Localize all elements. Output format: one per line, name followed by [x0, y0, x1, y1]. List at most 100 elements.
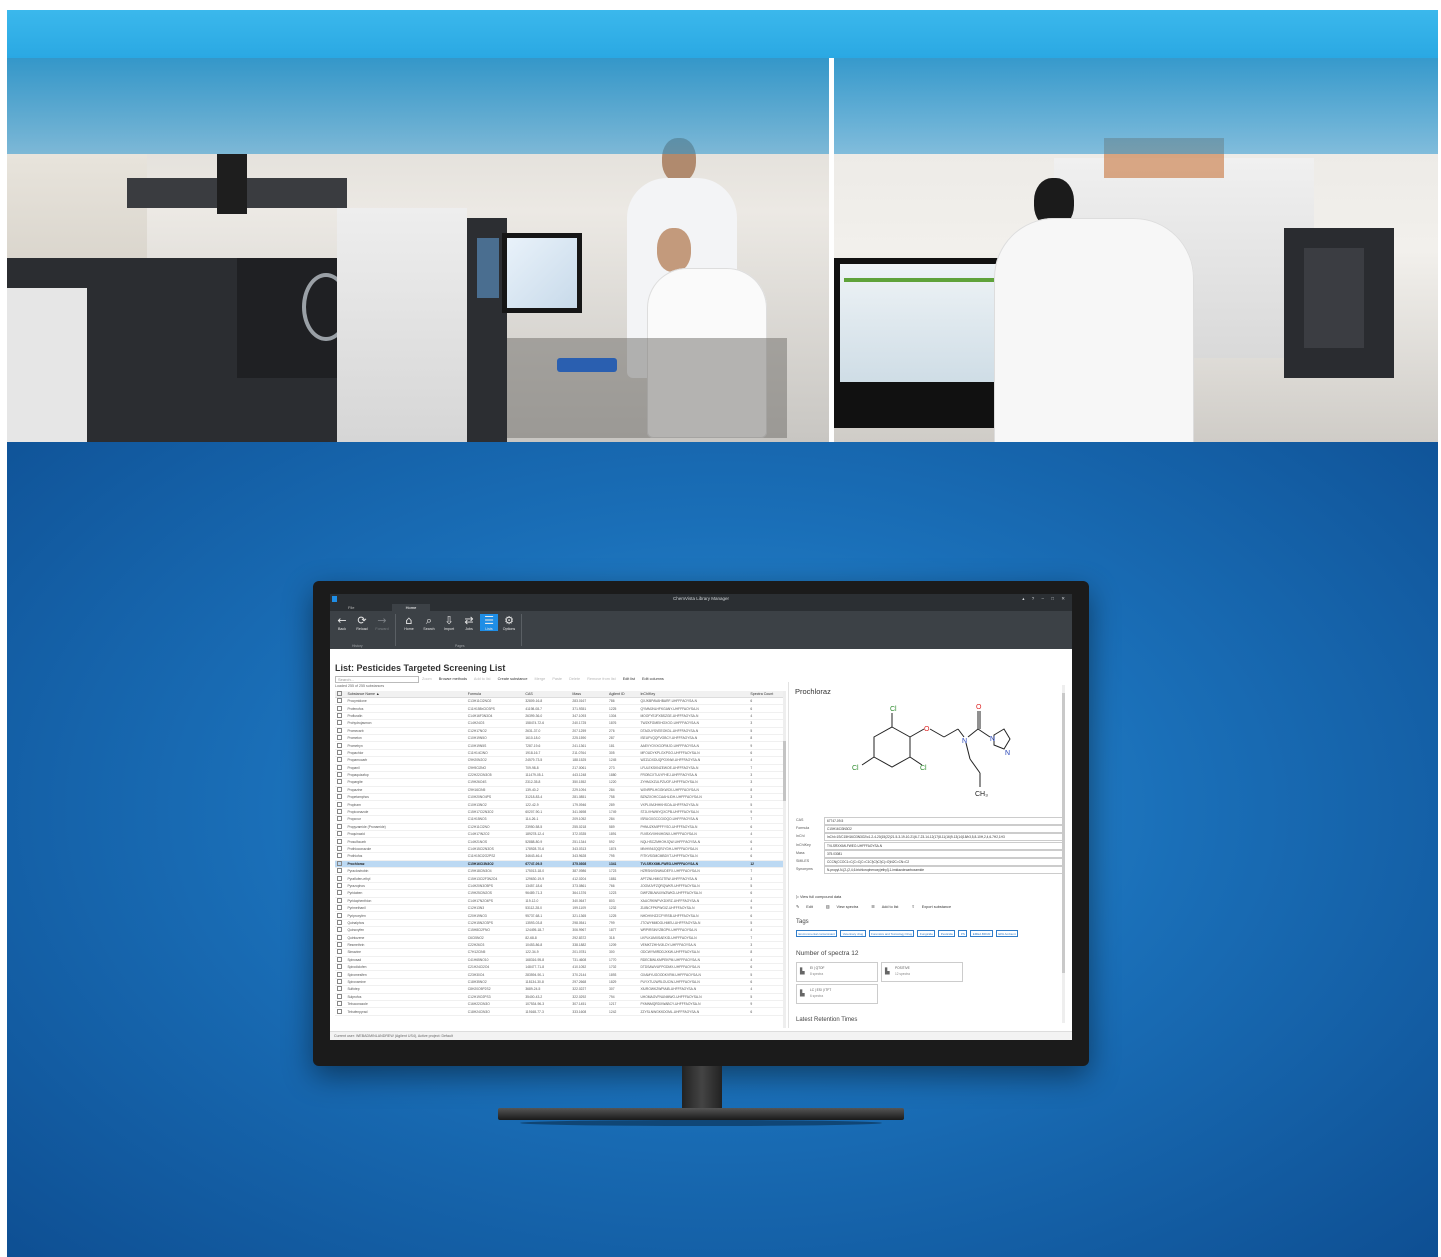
paste-button[interactable]: Paste: [552, 677, 562, 681]
row-checkbox[interactable]: [335, 963, 346, 972]
add-to-list-detail-button[interactable]: ☰ Add to list: [871, 905, 904, 909]
edit-button[interactable]: ✎ Edit: [796, 905, 819, 909]
table-row[interactable]: Resmethrin C22H26O3 10453-86-8 338.1882 1209…: [335, 941, 785, 950]
search-button[interactable]: ⌕ Search: [420, 614, 438, 631]
table-row[interactable]: Prometon C10H19N5O 1610-18-0 225.1590 287 ISE…: [335, 734, 785, 743]
view-spectra-button[interactable]: ▥ View spectra: [826, 905, 864, 909]
row-checkbox[interactable]: [335, 934, 346, 942]
row-checkbox[interactable]: [335, 712, 346, 721]
table-row[interactable]: Prometryn C10H19N5S 7287-19-6 241.1361 181 AA…: [335, 741, 785, 750]
back-button[interactable]: ← Back: [333, 614, 351, 631]
table-row[interactable]: Tebuconazole C16H22ClN3O 107534-96-3 307.14…: [335, 1000, 785, 1009]
table-row[interactable]: Spirodiclofen C21H24Cl2O4 148477-71-8 410.1…: [335, 963, 785, 972]
row-checkbox[interactable]: [335, 985, 346, 994]
table-row[interactable]: Pyridaben C19H25ClN2OS 96489-71-3 364.1376 1…: [335, 889, 785, 898]
row-checkbox[interactable]: [335, 867, 346, 876]
view-full-data-link[interactable]: ▷ View full compound data: [796, 894, 841, 899]
row-checkbox[interactable]: [335, 889, 346, 898]
tag[interactable]: PS: [958, 930, 968, 938]
table-row[interactable]: Prochloraz C15H16Cl3N3O2 67747-09-5 375.030…: [335, 860, 785, 869]
tag[interactable]: Environmental contaminant: [796, 930, 838, 938]
table-row[interactable]: Proquinazid C14H17IN2O2 189278-12-4 372.033…: [335, 830, 785, 839]
table-row[interactable]: Propham C10H13NO2 122-42-9 179.0946 289 VXPLX…: [335, 800, 785, 809]
table-row[interactable]: Prohydrojasmon C14H24O3 158474-72-6 240.172…: [335, 719, 785, 728]
inchikey-field[interactable]: TVLSRXXIMLFWEO-UHFFFAOYSA-N: [824, 841, 1064, 850]
mass-field[interactable]: 375.03081: [824, 849, 1064, 858]
spectra-card[interactable]: ▙ EI | QTOF 8 spectra: [796, 962, 878, 982]
row-checkbox[interactable]: [335, 882, 346, 891]
add-to-list-button[interactable]: Add to list: [474, 677, 491, 681]
window-controls[interactable]: ▴ ? – □ ✕: [1022, 594, 1068, 604]
tag[interactable]: Forensics and Toxicology Drug: [868, 930, 915, 938]
table-row[interactable]: Profenofos C11H15BrClO3PS 41198-08-7 371.93…: [335, 704, 785, 713]
table-row[interactable]: Tebufenpyrad C18H24ClN3O 119168-77-3 333.16…: [335, 1007, 785, 1016]
delete-button[interactable]: Delete: [569, 677, 580, 681]
row-checkbox[interactable]: [335, 778, 346, 787]
table-row[interactable]: Propachlor C11H14ClNO 1918-16-7 211.0764 305…: [335, 749, 785, 758]
row-checkbox[interactable]: [335, 926, 346, 935]
table-row[interactable]: Prosulfocarb C14H21NOS 52888-80-9 251.1344 5…: [335, 837, 785, 846]
row-checkbox[interactable]: [335, 860, 346, 869]
table-row[interactable]: Propanil C9H9Cl2NO 709-98-8 217.0061 273 LFUL…: [335, 764, 785, 772]
table-row[interactable]: Spiromesifen C23H30O4 283594-90-1 370.2144 1…: [335, 970, 785, 979]
row-checkbox[interactable]: [335, 1007, 346, 1016]
table-row[interactable]: Pyrazophos C14H20N3O5PS 13457-18-6 373.0861…: [335, 882, 785, 891]
table-scrollbar[interactable]: [783, 691, 786, 1028]
table-row[interactable]: Quinoxyfen C15H8Cl2FNO 124495-18-7 306.9967…: [335, 926, 785, 935]
table-row[interactable]: Pyridaphenthion C14H17N2O4PS 119-12-0 340.0…: [335, 897, 785, 905]
options-button[interactable]: ⚙ Options: [500, 614, 518, 631]
row-checkbox[interactable]: [335, 823, 346, 832]
detail-scrollbar[interactable]: [1062, 685, 1065, 1023]
row-checkbox[interactable]: [335, 830, 346, 839]
row-checkbox[interactable]: [335, 837, 346, 846]
tag[interactable]: Fungicide: [917, 930, 936, 938]
tab-home[interactable]: Home: [392, 604, 430, 611]
row-checkbox[interactable]: [335, 808, 346, 817]
table-row[interactable]: Propargite C19H26O4S 2312-35-8 350.1552 1220…: [335, 778, 785, 787]
lists-button[interactable]: ☰ Lists: [480, 614, 498, 631]
edit-columns-button[interactable]: Edit columns: [642, 677, 664, 681]
row-checkbox[interactable]: [335, 904, 346, 913]
scroll-thumb[interactable]: [1062, 693, 1065, 973]
table-row[interactable]: Propetamphos C10H20NO4PS 31218-83-4 281.085…: [335, 793, 785, 802]
remove-from-list-button[interactable]: Remove from list: [587, 677, 615, 681]
row-checkbox[interactable]: [335, 815, 346, 824]
table-row[interactable]: Pyriproxyfen C20H19NO3 95737-68-1 321.1365 1…: [335, 911, 785, 920]
pane-splitter[interactable]: [788, 682, 789, 1028]
table-row[interactable]: Spiroxamine C18H35NO2 118134-30-8 297.2668 1…: [335, 978, 785, 987]
formula-field[interactable]: C15H16Cl3N3O2: [824, 825, 1064, 834]
table-row[interactable]: Pyrimethanil C12H13N3 53112-28-0 199.1109 12…: [335, 904, 785, 913]
row-checkbox[interactable]: [335, 993, 346, 1002]
row-checkbox[interactable]: [335, 956, 346, 965]
table-row[interactable]: Sulfotep C8H20O5P2S2 3689-24-5 322.0227 307 X…: [335, 985, 785, 994]
row-checkbox[interactable]: [335, 852, 346, 861]
table-row[interactable]: Propamocarb C9H20N2O2 24579-73-5 188.1525 12…: [335, 756, 785, 765]
row-checkbox[interactable]: [335, 786, 346, 795]
cas-field[interactable]: 67747-09-5: [824, 817, 1064, 825]
row-checkbox[interactable]: [335, 970, 346, 979]
row-checkbox[interactable]: [335, 764, 346, 772]
tag[interactable]: Veterinary drug: [840, 930, 866, 938]
smiles-field[interactable]: CCCN(CCOC1=C(C=C(C=C1Cl)Cl)Cl)C(=O)N2C=C…: [824, 857, 1064, 866]
row-checkbox[interactable]: [335, 941, 346, 950]
zoom-button[interactable]: Zoom: [422, 677, 432, 681]
table-row[interactable]: Prothioconazole C14H15Cl2N3OS 178928-70-6 3…: [335, 845, 785, 854]
export-substance-button[interactable]: ⇪ Export substance: [911, 905, 957, 909]
table-row[interactable]: Pyraflufen-ethyl C15H13Cl2F3N2O4 129630-19…: [335, 874, 785, 883]
edit-list-button[interactable]: Edit list: [623, 677, 635, 681]
scroll-thumb[interactable]: [783, 741, 786, 801]
tab-file[interactable]: File: [340, 604, 362, 611]
jobs-button[interactable]: ⇄ Jobs: [460, 614, 478, 631]
tag[interactable]: EPA Ambient: [995, 930, 1019, 938]
row-checkbox[interactable]: [335, 719, 346, 728]
reload-button[interactable]: ⟳ Reload: [353, 614, 371, 631]
row-checkbox[interactable]: [335, 741, 346, 750]
row-checkbox[interactable]: [335, 978, 346, 987]
table-row[interactable]: Propiconazole C15H17Cl2N3O2 60207-90-1 341.…: [335, 808, 785, 817]
synonyms-field[interactable]: N-propyl-N-[2-(2,4,6-trichlorophenoxy)et…: [824, 866, 1064, 875]
table-row[interactable]: Spinosad C41H65NO10 168316-95-8 731.4608 177…: [335, 956, 785, 965]
row-checkbox[interactable]: [335, 793, 346, 802]
spectra-card[interactable]: ▙ LC | ESI | ITFT 6 spectra: [796, 984, 878, 1004]
browse-methods-button[interactable]: Browse methods: [439, 677, 467, 681]
tag[interactable]: Pesticide: [938, 930, 956, 938]
